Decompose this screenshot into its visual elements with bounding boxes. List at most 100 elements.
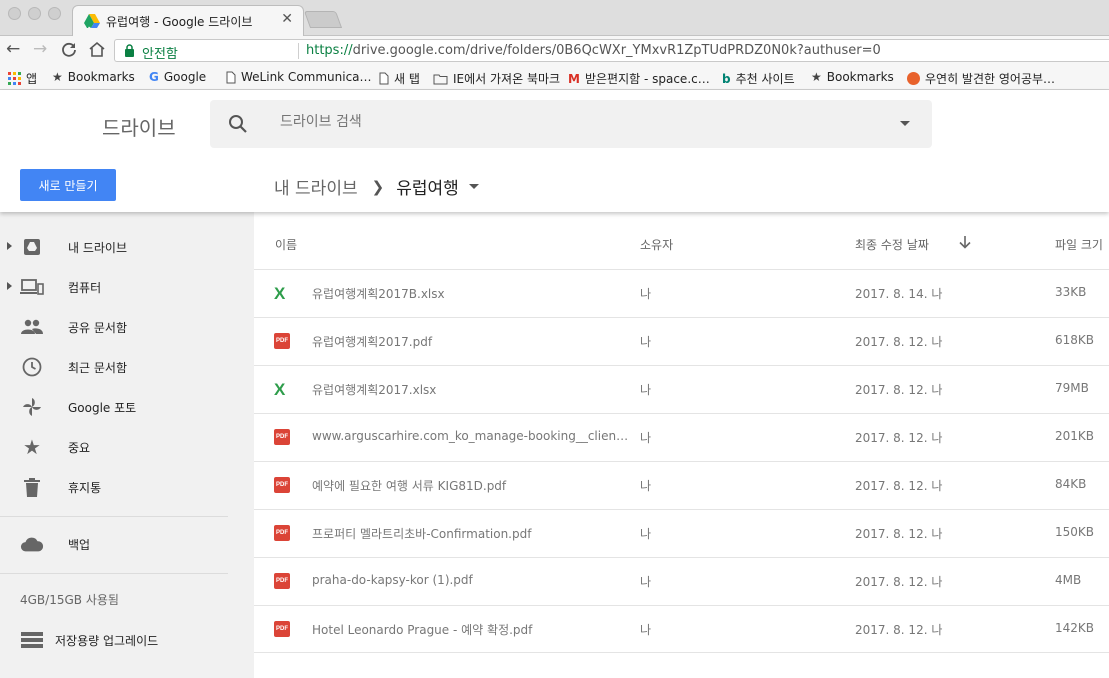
- file-list-divider: [254, 652, 1109, 653]
- file-owner: 나: [640, 479, 652, 493]
- sidebar-item-recent[interactable]: 최근 문서함: [0, 348, 254, 386]
- pdf-file-icon: PDF: [274, 429, 292, 447]
- file-row[interactable]: X 유럽여행계획2017.xlsx 나 2017. 8. 12. 나 79MB: [254, 365, 1109, 413]
- sidebar-item-starred[interactable]: ★ 중요: [0, 428, 254, 466]
- column-header-modified[interactable]: 최종 수정 날짜: [855, 236, 929, 253]
- sidebar: 내 드라이브 컴퓨터 공유 문서함 최근 문서함 Google 포토 ★ 중요 …: [0, 212, 254, 678]
- reload-icon[interactable]: [61, 42, 77, 58]
- file-size: 33KB: [1055, 285, 1087, 299]
- search-icon[interactable]: [228, 114, 248, 134]
- star-icon: ★: [52, 70, 63, 84]
- pdf-file-icon: PDF: [274, 621, 292, 639]
- apps-grid-icon: [8, 72, 21, 85]
- bookmark-new-tab[interactable]: 새 탭: [379, 70, 420, 87]
- file-row[interactable]: PDF 유럽여행계획2017.pdf 나 2017. 8. 12. 나 618K…: [254, 317, 1109, 365]
- star-icon: ★: [811, 70, 822, 84]
- bookmark-label: Bookmarks: [67, 70, 135, 84]
- bookmark-ie-folder[interactable]: IE에서 가져온 북마크: [433, 70, 560, 87]
- bookmark-bookmarks-1[interactable]: ★ Bookmarks: [52, 70, 135, 84]
- sidebar-upgrade-storage[interactable]: 저장용량 업그레이드: [0, 621, 254, 659]
- column-header-owner[interactable]: 소유자: [640, 236, 673, 253]
- search-input[interactable]: [280, 114, 840, 130]
- expand-caret-icon[interactable]: [7, 242, 12, 250]
- file-row[interactable]: X 유럽여행계획2017B.xlsx 나 2017. 8. 14. 나 33KB: [254, 269, 1109, 317]
- bookmark-label: 우연히 발견한 영어공부…: [925, 72, 1056, 86]
- sidebar-item-my-drive[interactable]: 내 드라이브: [0, 228, 254, 266]
- file-name: praha-do-kapsy-kor (1).pdf: [312, 573, 473, 587]
- bookmark-recommended[interactable]: b 추천 사이트: [722, 70, 795, 87]
- drive-logo[interactable]: 드라이브: [102, 112, 176, 141]
- expand-caret-icon[interactable]: [7, 282, 12, 290]
- file-name: 유럽여행계획2017.pdf: [312, 335, 433, 349]
- file-name: www.arguscarhire.com_ko_manage-booking__…: [312, 429, 630, 443]
- cloud-icon: [20, 534, 44, 554]
- sidebar-item-label: 중요: [68, 441, 91, 455]
- file-owner: 나: [640, 335, 652, 349]
- browser-tab[interactable]: 유럽여행 - Google 드라이브 ✕: [72, 5, 304, 36]
- browser-tab-title: 유럽여행 - Google 드라이브: [106, 15, 253, 29]
- file-row[interactable]: PDF Hotel Leonardo Prague - 예약 확정.pdf 나 …: [254, 605, 1109, 653]
- lock-icon: [125, 44, 134, 57]
- sidebar-divider: [0, 573, 228, 574]
- bing-icon: b: [722, 71, 731, 86]
- pinwheel-icon: [20, 397, 44, 417]
- file-size: 618KB: [1055, 333, 1095, 347]
- search-options-dropdown-icon[interactable]: [900, 121, 910, 126]
- window-zoom-button[interactable]: [48, 7, 61, 20]
- breadcrumb-current[interactable]: 유럽여행: [396, 174, 459, 199]
- url-scheme: https://: [306, 43, 353, 58]
- sidebar-item-label: 저장용량 업그레이드: [55, 634, 159, 648]
- bookmark-bookmarks-2[interactable]: ★ Bookmarks: [811, 70, 894, 84]
- file-name: Hotel Leonardo Prague - 예약 확정.pdf: [312, 623, 533, 637]
- breadcrumb: 내 드라이브 ❯ 유럽여행: [274, 174, 479, 199]
- drive-header: 드라이브 새로 만들기 내 드라이브 ❯ 유럽여행: [0, 90, 1109, 212]
- url-path: drive.google.com/drive/folders/0B6QcWXr_…: [352, 43, 881, 58]
- sidebar-item-backup[interactable]: 백업: [0, 525, 254, 563]
- file-row[interactable]: PDF www.arguscarhire.com_ko_manage-booki…: [254, 413, 1109, 461]
- sort-descending-arrow-icon[interactable]: [958, 235, 972, 249]
- tab-close-icon[interactable]: ✕: [281, 11, 293, 27]
- my-drive-icon: [20, 237, 44, 257]
- file-size: 150KB: [1055, 525, 1095, 539]
- home-icon[interactable]: [88, 41, 106, 58]
- new-button[interactable]: 새로 만들기: [20, 169, 116, 201]
- file-name: 예약에 필요한 여행 서류 KIG81D.pdf: [312, 479, 507, 493]
- shared-people-icon: [20, 317, 44, 337]
- new-tab-button[interactable]: [303, 11, 343, 28]
- address-url: https://drive.google.com/drive/folders/0…: [306, 43, 881, 58]
- window-close-button[interactable]: [8, 7, 21, 20]
- column-header-size[interactable]: 파일 크기: [1055, 236, 1103, 253]
- column-header-name[interactable]: 이름: [275, 236, 297, 253]
- file-owner: 나: [640, 383, 652, 397]
- forward-arrow-icon[interactable]: →: [33, 39, 47, 59]
- window-minimize-button[interactable]: [28, 7, 41, 20]
- bookmark-english-study[interactable]: 우연히 발견한 영어공부…: [907, 70, 1055, 87]
- file-name: 유럽여행계획2017B.xlsx: [312, 287, 445, 301]
- file-row[interactable]: PDF 프로퍼티 멜라트리초바-Confirmation.pdf 나 2017.…: [254, 509, 1109, 557]
- sidebar-item-computers[interactable]: 컴퓨터: [0, 268, 254, 306]
- file-row[interactable]: PDF 예약에 필요한 여행 서류 KIG81D.pdf 나 2017. 8. …: [254, 461, 1109, 509]
- sidebar-divider: [0, 516, 228, 517]
- google-g-icon: G: [149, 70, 159, 84]
- file-size: 84KB: [1055, 477, 1087, 491]
- folder-menu-dropdown-icon[interactable]: [468, 184, 479, 189]
- bookmark-gmail[interactable]: M 받은편지함 - space.c…: [568, 70, 710, 87]
- page-icon: [379, 72, 389, 85]
- sidebar-item-trash[interactable]: 휴지통: [0, 468, 254, 506]
- search-box[interactable]: [210, 100, 932, 148]
- back-arrow-icon[interactable]: ←: [6, 39, 20, 59]
- file-owner: 나: [640, 575, 652, 589]
- sidebar-item-label: 휴지통: [68, 481, 102, 495]
- address-bar[interactable]: 안전함 https://drive.google.com/drive/folde…: [114, 39, 1109, 62]
- file-modified: 2017. 8. 14. 나: [855, 287, 943, 301]
- breadcrumb-root[interactable]: 내 드라이브: [274, 174, 358, 199]
- bookmark-welink[interactable]: WeLink Communica…: [226, 70, 372, 84]
- sidebar-item-photos[interactable]: Google 포토: [0, 388, 254, 426]
- file-modified: 2017. 8. 12. 나: [855, 335, 943, 349]
- storage-usage: 4GB/15GB 사용됨: [20, 593, 119, 607]
- bookmark-google[interactable]: G Google: [149, 70, 206, 84]
- sidebar-item-label: 컴퓨터: [68, 281, 102, 295]
- bookmark-apps[interactable]: 앱: [8, 70, 37, 87]
- file-row[interactable]: PDF praha-do-kapsy-kor (1).pdf 나 2017. 8…: [254, 557, 1109, 605]
- sidebar-item-shared[interactable]: 공유 문서함: [0, 308, 254, 346]
